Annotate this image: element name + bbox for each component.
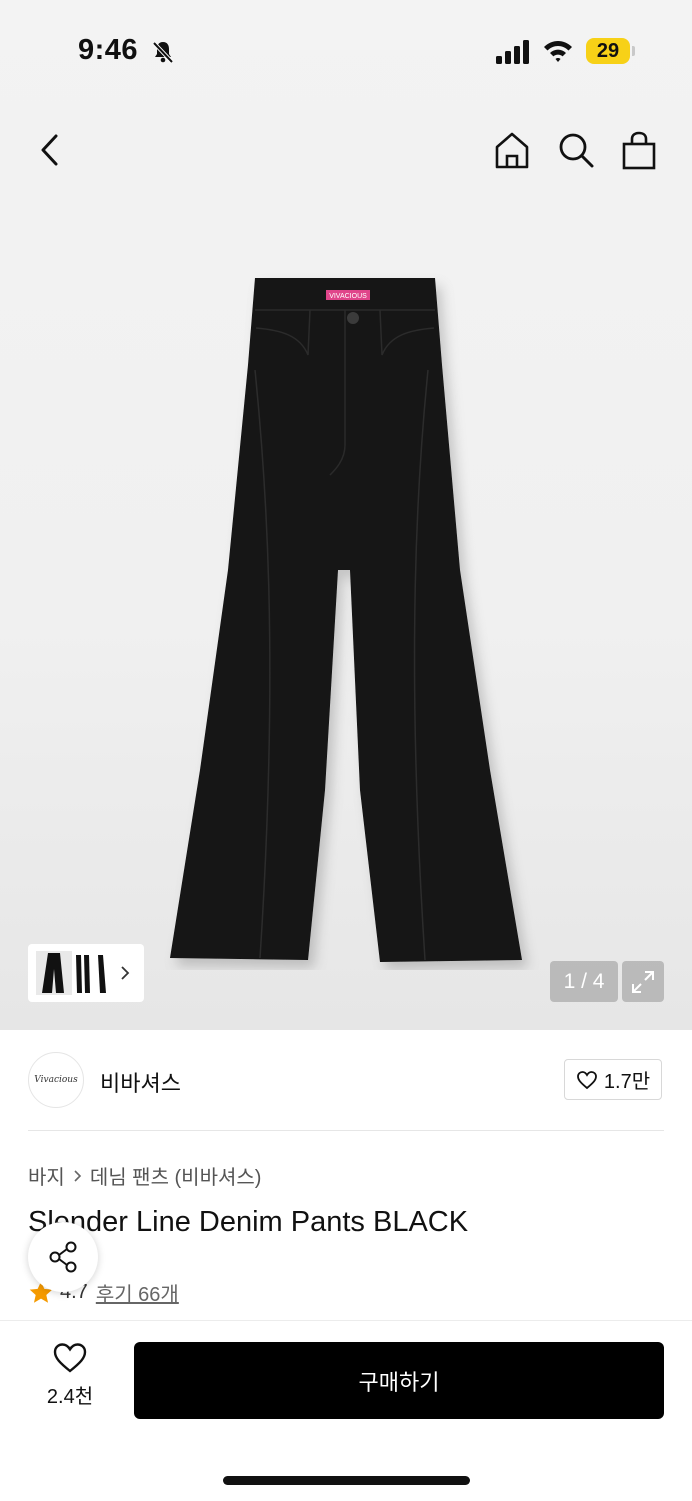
reviews-link[interactable]: 후기 66개 [96,1278,179,1307]
thumbnail-images [36,951,106,995]
back-button[interactable] [26,126,74,174]
product-title: Slender Line Denim Pants BLACK [28,1206,469,1238]
wishlist-count: 2.4천 [46,1386,94,1408]
breadcrumb-category[interactable]: 바지 [28,1161,65,1190]
status-time: 9:46 [78,34,139,66]
breadcrumb: 바지 데님 팬츠 (비바셔스) [28,1161,261,1190]
search-button[interactable] [552,126,600,174]
share-icon [49,1241,77,1273]
image-page-counter: 1 / 4 [550,961,618,1002]
product-photo: VIVACIOUS [170,278,522,962]
brand-logo-text: Vivacious [34,1075,78,1085]
brand-logo[interactable]: Vivacious [28,1052,84,1108]
home-icon [495,132,529,169]
breadcrumb-subcategory[interactable]: 데님 팬츠 (비바셔스) [90,1161,262,1190]
buy-button[interactable]: 구매하기 [134,1342,664,1419]
home-indicator [223,1476,470,1485]
cart-button[interactable] [615,126,663,174]
chevron-right-icon [74,1169,81,1182]
battery-level: 29 [596,39,620,62]
shopping-bag-icon [622,131,656,170]
waistband-label: VIVACIOUS [329,293,367,300]
brand-name[interactable]: 비바셔스 [100,1066,181,1098]
heart-icon [576,1070,597,1089]
wifi-icon [544,41,572,62]
chevron-right-icon [121,966,130,980]
wishlist-button[interactable]: 2.4천 [30,1342,110,1420]
heart-icon [53,1343,87,1373]
share-button[interactable] [28,1222,98,1292]
search-icon [559,133,594,168]
brand-like-count: 1.7만 [603,1071,651,1093]
back-icon [41,134,58,166]
battery-indicator: 29 [586,38,630,64]
home-button[interactable] [488,126,536,174]
expand-icon [632,970,654,993]
bell-muted-icon [152,41,174,64]
cellular-signal-icon [496,40,529,64]
divider [28,1130,664,1131]
battery-cap [632,46,635,56]
expand-button[interactable] [622,961,664,1002]
thumbnail-strip[interactable] [28,944,144,1002]
brand-like-button[interactable]: 1.7만 [564,1059,662,1100]
